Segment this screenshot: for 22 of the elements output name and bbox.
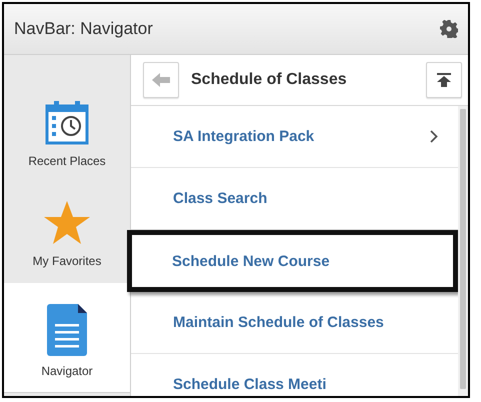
document-icon <box>47 304 87 356</box>
sidebar-label: My Favorites <box>32 254 102 268</box>
sidebar-item[interactable]: Recent Places <box>4 55 130 183</box>
menu-item-label: Schedule New Course <box>172 252 330 270</box>
left-arrow-icon <box>152 73 170 87</box>
menu-item-label: SA Integration Pack <box>173 128 314 145</box>
panel-title: Schedule of Classes <box>191 71 348 89</box>
menu-item-label: Class Search <box>173 190 268 207</box>
navbar-title: NavBar: Navigator <box>14 19 153 39</box>
sidebar-item[interactable]: Navigator <box>4 283 130 393</box>
settings-icon[interactable] <box>440 20 458 38</box>
menu-item[interactable]: Schedule New Course <box>127 230 458 292</box>
menu-item-label: Maintain Schedule of Classes <box>173 314 384 331</box>
calendar-clock-icon <box>44 100 90 146</box>
scrollbar[interactable] <box>458 106 468 396</box>
up-to-top-icon <box>437 73 451 87</box>
star-icon <box>43 200 91 246</box>
sidebar-item[interactable]: My Favorites <box>4 183 130 283</box>
sidebar-label: Navigator <box>41 364 93 378</box>
sidebar-label: Recent Places <box>28 154 106 168</box>
menu-item-label: Schedule Class Meeti <box>173 376 326 393</box>
scroll-to-top-button[interactable] <box>426 62 462 98</box>
